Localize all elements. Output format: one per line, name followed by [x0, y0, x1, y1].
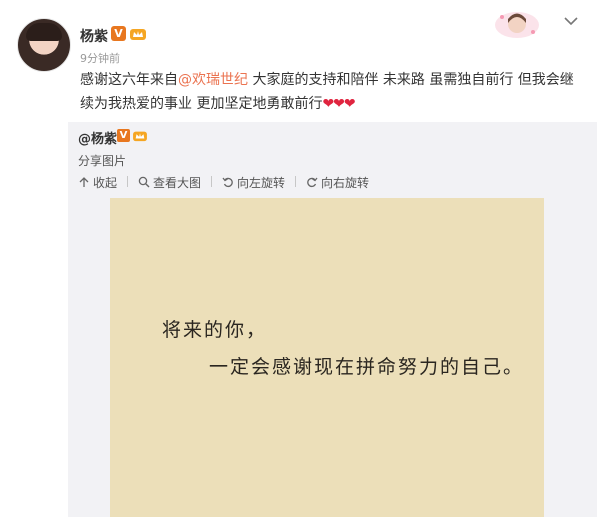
- mention-link[interactable]: @欢瑞世纪: [178, 72, 248, 88]
- repost-box: @杨紫 V 分享图片 收起 查看大图 向左旋转 向右旋转 将来的你， 一定会感谢…: [68, 122, 597, 517]
- quote-line-2: 一定会感谢现在拼命努力的自己。: [209, 356, 525, 378]
- avatar[interactable]: [17, 18, 71, 72]
- repost-user[interactable]: @杨紫: [78, 128, 117, 147]
- image-toolbar: 收起 查看大图 向左旋转 向右旋转: [78, 173, 383, 191]
- divider: [211, 176, 213, 187]
- post-header: 杨紫 V 9分钟前: [0, 0, 597, 75]
- post-text: 感谢这六年来自@欢瑞世纪 大家庭的支持和陪伴 未来路 虽需独自前行 但我会继续为…: [80, 68, 585, 116]
- repost-description: 分享图片: [78, 154, 127, 168]
- post-text-prefix: 感谢这六年来自: [80, 72, 178, 88]
- vip-crown-icon: [133, 131, 147, 142]
- verified-icon: V: [111, 26, 126, 41]
- chevron-down-icon[interactable]: [564, 16, 578, 26]
- chat-avatar-icon[interactable]: [493, 10, 541, 40]
- quote-line-1: 将来的你，: [162, 319, 268, 341]
- view-large-button[interactable]: 查看大图: [138, 173, 201, 191]
- rotate-right-icon: [307, 177, 318, 188]
- timestamp[interactable]: 9分钟前: [80, 50, 120, 66]
- zoom-icon: [138, 176, 150, 188]
- user-name[interactable]: 杨紫: [80, 26, 108, 46]
- divider: [127, 176, 129, 187]
- vip-crown-icon: [130, 29, 146, 40]
- divider: [295, 176, 297, 187]
- shared-image[interactable]: 将来的你， 一定会感谢现在拼命努力的自己。: [110, 198, 544, 517]
- collapse-button[interactable]: 收起: [78, 173, 117, 191]
- rotate-right-button[interactable]: 向右旋转: [306, 173, 369, 191]
- heart-icons: ❤❤❤: [322, 96, 355, 112]
- rotate-left-icon: [222, 177, 233, 188]
- collapse-icon: [79, 177, 89, 187]
- rotate-left-button[interactable]: 向左旋转: [222, 173, 285, 191]
- verified-icon: V: [117, 129, 130, 142]
